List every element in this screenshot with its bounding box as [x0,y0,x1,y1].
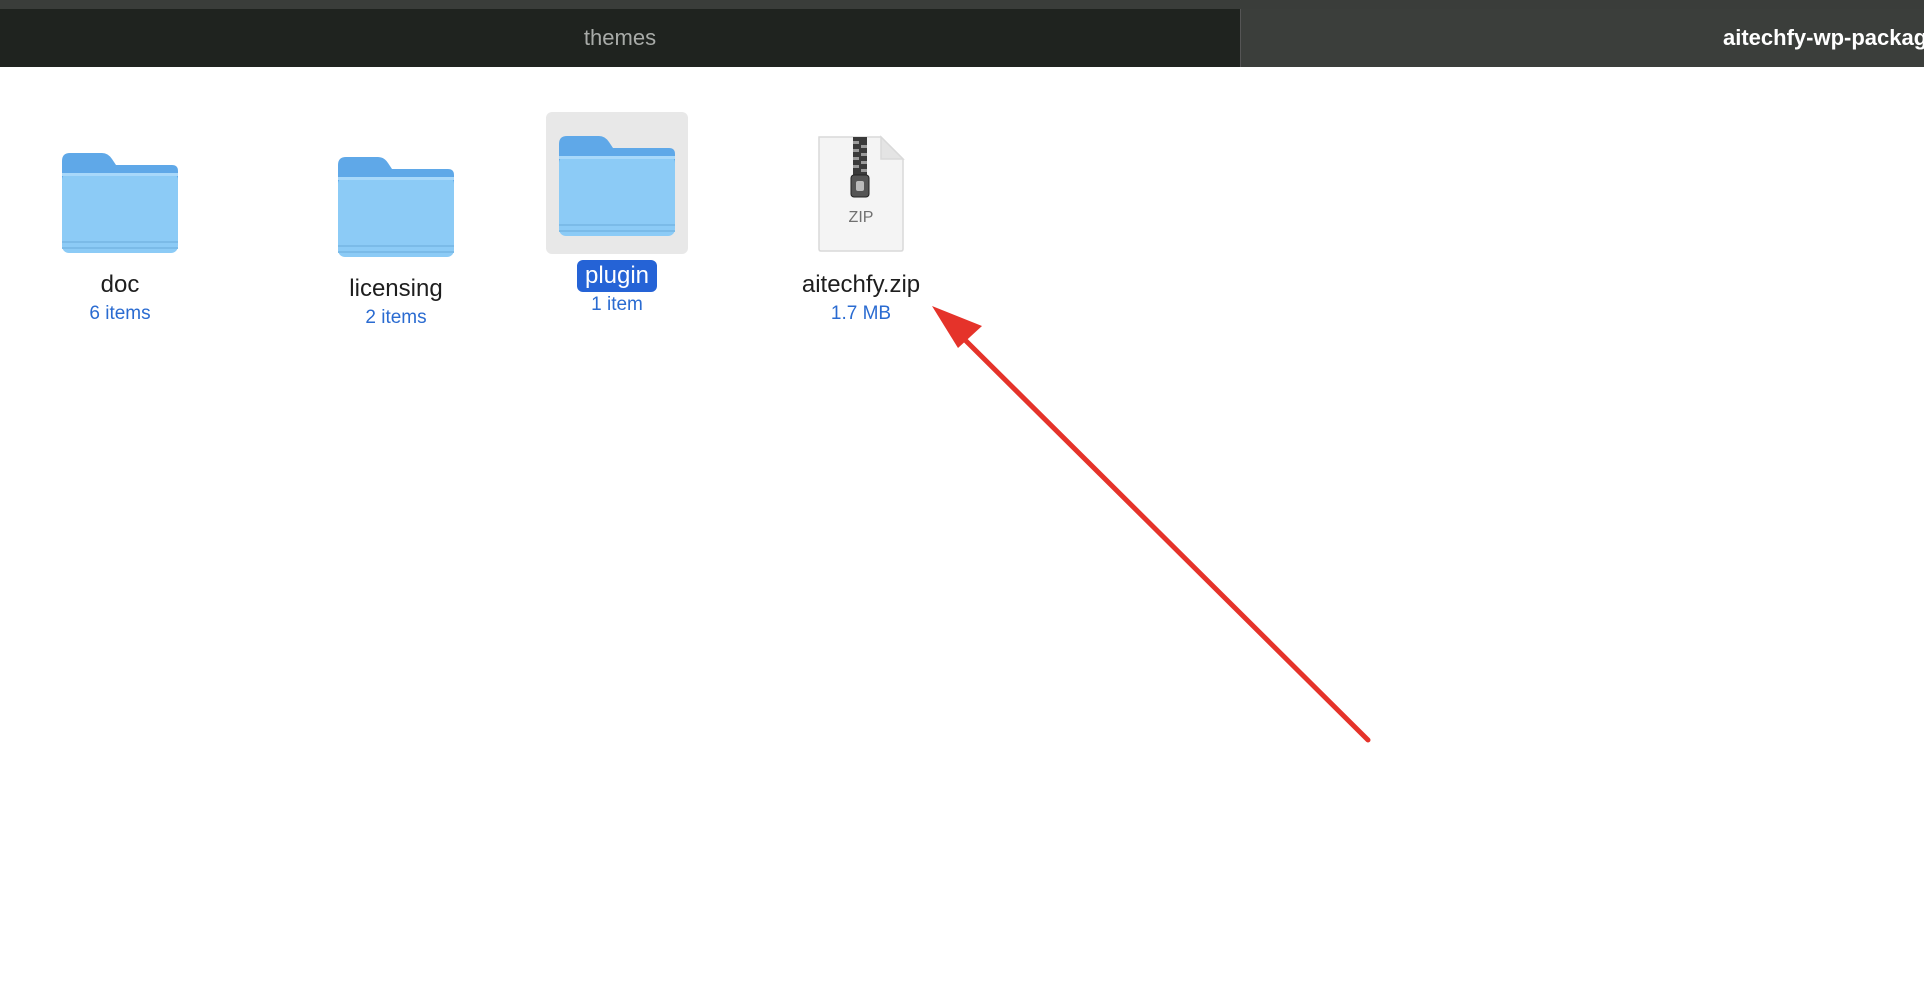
tab-themes[interactable]: themes [0,9,1240,67]
file-item-licensing[interactable]: licensing 2 items [316,119,476,329]
file-meta: 6 items [89,303,151,324]
file-meta: 1 item [591,294,643,315]
zip-badge: ZIP [848,209,874,226]
finder-window: themes aitechfy-wp-package doc 6 items l… [0,0,1924,996]
file-name: doc [100,271,140,298]
file-meta: 1.7 MB [830,303,892,324]
file-item-doc[interactable]: doc 6 items [40,115,200,325]
zip-archive-icon: ZIP [791,115,931,255]
folder-icon [326,119,466,259]
file-grid: doc 6 items licensing 2 items plugin 1 i… [0,67,1924,996]
file-item-plugin[interactable]: plugin 1 item [546,112,688,316]
file-meta: 2 items [365,307,427,328]
tab-aitechfy-wp-package[interactable]: aitechfy-wp-package [1240,9,1924,67]
file-name: aitechfy.zip [801,271,921,298]
window-top-strip [0,0,1924,9]
file-name: licensing [349,275,443,302]
tab-label: themes [583,25,657,50]
tab-label: aitechfy-wp-package [1723,25,1924,50]
folder-icon [50,115,190,255]
folder-icon [546,112,688,254]
tab-bar: themes aitechfy-wp-package [0,9,1924,68]
file-name-selected: plugin [576,260,658,292]
file-item-aitechfy-zip[interactable]: ZIP aitechfy.zip 1.7 MB [781,115,941,325]
